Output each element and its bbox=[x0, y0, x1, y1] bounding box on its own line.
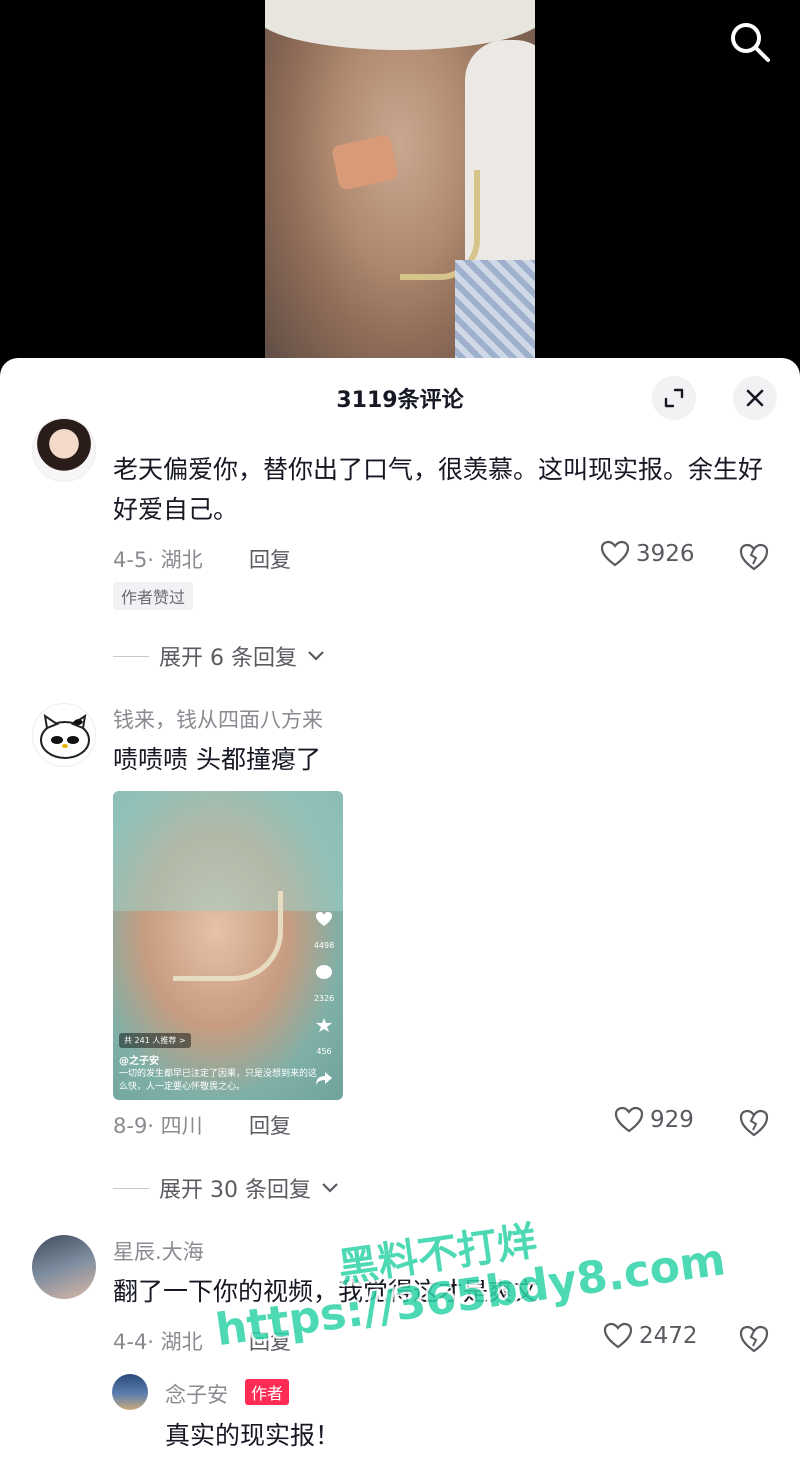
like-count: 929 bbox=[650, 1107, 694, 1133]
thumbnail-caption-text: 一切的发生都早已注定了因果，只是没想到来的这么快，人一定要心怀敬畏之心。 bbox=[119, 1069, 318, 1092]
reply-button[interactable]: 回复 bbox=[249, 1110, 291, 1140]
heart-icon bbox=[614, 1106, 644, 1133]
heart-icon bbox=[600, 540, 630, 567]
expand-replies-label: 展开 6 条回复 bbox=[159, 646, 297, 671]
star-icon bbox=[316, 1018, 332, 1032]
comment-meta: 8-9· 四川 bbox=[113, 1114, 203, 1138]
comment-icon bbox=[316, 965, 332, 979]
comment-text: 老天偏爱你，替你出了口气，很羡慕。这叫现实报。余生好好爱自己。 bbox=[113, 455, 764, 524]
broken-heart-icon bbox=[739, 543, 769, 571]
broken-heart-icon bbox=[739, 1325, 769, 1353]
thumbnail-comment-count: 2326 bbox=[313, 994, 335, 1003]
close-button[interactable] bbox=[733, 376, 777, 420]
like-count: 2472 bbox=[639, 1323, 698, 1349]
comments-panel: 3119条评论 老天偏爱你，替你出了口气，很羡慕。这叫现实报。余生好好爱自己。 … bbox=[0, 358, 800, 1470]
comment-text: 啧啧啧 头都撞瘪了 bbox=[113, 745, 321, 774]
avatar[interactable] bbox=[32, 418, 96, 482]
expand-replies-label: 展开 30 条回复 bbox=[159, 1178, 311, 1203]
comment-meta: 4-4· 湖北 bbox=[113, 1330, 203, 1354]
like-button[interactable]: 2472 bbox=[603, 1322, 698, 1350]
comment-video-thumbnail[interactable]: 4498 2326 456 共 241 人推荐 > @之子安 一切的发生都早已注… bbox=[113, 791, 343, 1100]
thumbnail-recommend: 共 241 人推荐 > bbox=[119, 1033, 191, 1048]
broken-heart-icon bbox=[739, 1109, 769, 1137]
close-icon bbox=[746, 389, 764, 407]
thumbnail-caption: @之子安 一切的发生都早已注定了因果，只是没想到来的这么快，人一定要心怀敬畏之心… bbox=[119, 1055, 319, 1094]
thumbnail-handle: @之子安 bbox=[119, 1056, 159, 1067]
expand-icon bbox=[664, 388, 684, 408]
video-player[interactable] bbox=[0, 0, 800, 380]
comments-header: 3119条评论 bbox=[0, 358, 800, 436]
chevron-down-icon bbox=[308, 651, 324, 661]
dislike-button[interactable] bbox=[738, 1324, 770, 1356]
dislike-button[interactable] bbox=[738, 1108, 770, 1140]
comment-author-name[interactable]: 星辰.大海 bbox=[113, 1236, 204, 1266]
expand-replies[interactable]: 展开 30 条回复 bbox=[113, 1172, 339, 1204]
like-button[interactable]: 3926 bbox=[600, 540, 695, 568]
expand-fullscreen-button[interactable] bbox=[652, 376, 696, 420]
comment-text: 翻了一下你的视频，我觉得这才是爽文 bbox=[113, 1277, 539, 1306]
like-count: 3926 bbox=[636, 541, 695, 567]
expand-replies[interactable]: 展开 6 条回复 bbox=[113, 640, 325, 672]
thumbnail-like-count: 4498 bbox=[313, 941, 335, 950]
author-liked-badge: 作者赞过 bbox=[113, 582, 194, 610]
reply-button[interactable]: 回复 bbox=[249, 544, 291, 574]
avatar[interactable] bbox=[32, 1235, 96, 1299]
reply-button[interactable]: 回复 bbox=[249, 1326, 291, 1356]
comment-author-name[interactable]: 钱来，钱从四面八方来 bbox=[113, 704, 323, 734]
heart-icon bbox=[603, 1322, 633, 1349]
author-tag: 作者 bbox=[245, 1379, 290, 1405]
video-frame bbox=[265, 0, 535, 380]
comment-meta: 4-5· 湖北 bbox=[113, 548, 203, 572]
search-icon[interactable] bbox=[728, 20, 772, 64]
chevron-down-icon bbox=[322, 1183, 338, 1193]
avatar[interactable] bbox=[32, 703, 96, 767]
hello-kitty-avatar bbox=[40, 713, 90, 759]
dislike-button[interactable] bbox=[738, 542, 770, 574]
reply-author-name[interactable]: 念子安 bbox=[165, 1379, 228, 1409]
like-button[interactable]: 929 bbox=[614, 1106, 694, 1134]
reply-text: 真实的现实报！ bbox=[165, 1421, 341, 1450]
heart-icon bbox=[316, 912, 332, 926]
author-avatar[interactable] bbox=[112, 1374, 148, 1410]
